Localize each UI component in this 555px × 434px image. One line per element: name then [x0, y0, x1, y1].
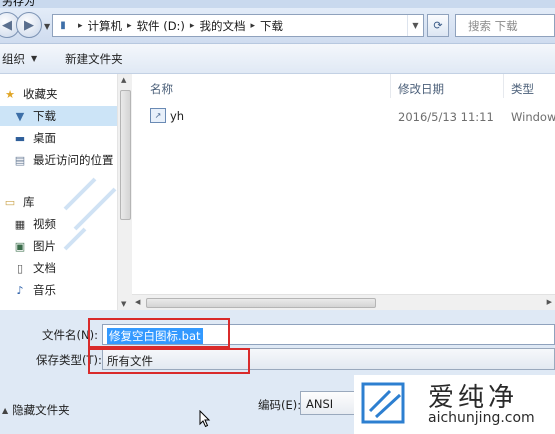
mouse-cursor-icon [199, 410, 211, 428]
breadcrumb-downloads[interactable]: 下载 [260, 18, 283, 34]
file-type: Window [511, 110, 555, 124]
document-icon: ▯ [16, 261, 24, 275]
download-folder-icon: ▼ [15, 109, 25, 123]
sidebar-favorites-label: 收藏夹 [23, 87, 58, 101]
breadcrumb-separator-icon[interactable]: ▸ [245, 21, 260, 31]
file-modified-date: 2016/5/13 11:11 [398, 110, 494, 124]
star-icon: ★ [5, 87, 15, 101]
column-header-row: 名称 修改日期 类型 [132, 74, 555, 98]
column-header-date[interactable]: 修改日期 [398, 81, 444, 97]
breadcrumb-separator-icon[interactable]: ▸ [122, 21, 137, 31]
organize-label: 组织 [2, 51, 25, 66]
file-shortcut-icon: ↗ [150, 108, 166, 123]
file-list: 名称 修改日期 类型 ↗ yh 2016/5/13 11:11 Window ◀… [132, 74, 555, 310]
encoding-select[interactable]: ANSI [300, 391, 360, 415]
sidebar-item-label: 图片 [33, 239, 56, 253]
scrollbar-thumb[interactable] [146, 298, 376, 308]
hide-folders-label: 隐藏文件夹 [12, 403, 70, 417]
forward-button[interactable]: ▶ [16, 12, 42, 38]
search-input[interactable]: 搜索 下载 [455, 14, 555, 37]
toolbar: 组织 ▼ 新建文件夹 [0, 44, 555, 74]
organize-button[interactable]: 组织 ▼ [2, 51, 37, 67]
sidebar-item-label: 文档 [33, 261, 56, 275]
watermark-logo-icon [361, 382, 405, 424]
sidebar-item-video[interactable]: ▦ 视频 [12, 214, 56, 234]
chevron-down-icon: ▼ [31, 54, 38, 63]
music-icon: ♪ [16, 283, 24, 297]
sidebar-libraries-label: 库 [23, 195, 35, 209]
sidebar-item-label: 视频 [33, 217, 56, 231]
sidebar-item-pictures[interactable]: ▣ 图片 [12, 236, 56, 256]
table-row[interactable]: ↗ yh 2016/5/13 11:11 Window [132, 106, 555, 126]
picture-icon: ▣ [14, 239, 26, 253]
scroll-left-icon[interactable]: ◀ [135, 298, 140, 306]
breadcrumb-separator-icon[interactable]: ▸ [185, 21, 200, 31]
sidebar-item-label: 最近访问的位置 [33, 153, 114, 167]
folder-icon: ▮ [60, 20, 66, 31]
sidebar-item-label: 音乐 [33, 283, 56, 297]
refresh-icon: ⟳ [433, 19, 443, 32]
file-name-cell[interactable]: ↗ yh [150, 108, 184, 123]
sidebar-item-desktop[interactable]: ▬ 桌面 [12, 128, 56, 148]
breadcrumb-drive[interactable]: 软件 (D:) [137, 18, 185, 34]
scroll-down-icon[interactable]: ▼ [121, 300, 126, 308]
sidebar-item-documents[interactable]: ▯ 文档 [12, 258, 56, 278]
scroll-up-icon[interactable]: ▲ [121, 76, 126, 84]
address-row: ◀ ▶ ▼ ▮ ▸ 计算机 ▸ 软件 (D:) ▸ 我的文档 ▸ 下载 ▼ ⟳ … [0, 8, 555, 44]
refresh-button[interactable]: ⟳ [427, 14, 449, 37]
sidebar-item-label: 桌面 [33, 131, 56, 145]
sidebar-libraries[interactable]: ▭ 库 [2, 192, 35, 212]
highlight-box-filename [88, 318, 230, 348]
highlight-box-savetype [88, 348, 250, 374]
breadcrumb-computer[interactable]: 计算机 [88, 18, 123, 34]
watermark-name-cn: 爱纯净 [428, 383, 519, 413]
sidebar-item-recent-places[interactable]: ▤ 最近访问的位置 [12, 150, 114, 170]
main-area: ★ 收藏夹 ▼ 下载 ▬ 桌面 ▤ 最近访问的位置 ▭ 库 ▦ 视频 ▣ 图片 … [0, 74, 555, 310]
sidebar-item-label: 下载 [33, 109, 56, 123]
column-divider[interactable] [390, 74, 391, 98]
arrow-right-icon: ▶ [24, 17, 34, 33]
column-header-type[interactable]: 类型 [511, 81, 534, 97]
address-bar[interactable]: ▮ ▸ 计算机 ▸ 软件 (D:) ▸ 我的文档 ▸ 下载 ▼ [52, 14, 424, 37]
search-placeholder: 搜索 下载 [468, 18, 518, 33]
watermark-logo-icon [63, 177, 117, 251]
recent-places-icon: ▤ [14, 153, 26, 167]
column-header-name[interactable]: 名称 [150, 81, 173, 97]
window-title: 另存为 [2, 0, 35, 8]
sidebar-favorites[interactable]: ★ 收藏夹 [2, 84, 58, 104]
chevron-up-icon: ▲ [2, 405, 9, 415]
sidebar-item-music[interactable]: ♪ 音乐 [12, 280, 56, 300]
encoding-label: 编码(E): [258, 398, 302, 412]
file-list-horizontal-scrollbar[interactable]: ◀ ▶ [132, 294, 555, 310]
video-icon: ▦ [14, 217, 26, 231]
address-dropdown-icon[interactable]: ▼ [407, 15, 423, 36]
library-icon: ▭ [4, 195, 16, 209]
breadcrumb: ▸ 计算机 ▸ 软件 (D:) ▸ 我的文档 ▸ 下载 [73, 15, 283, 36]
arrow-left-icon: ◀ [2, 17, 12, 33]
sidebar-item-downloads[interactable]: ▼ 下载 [0, 106, 117, 126]
new-folder-button[interactable]: 新建文件夹 [65, 51, 123, 67]
recent-locations-dropdown[interactable]: ▼ [44, 22, 50, 31]
column-divider[interactable] [503, 74, 504, 98]
watermark: 爱纯净 aichunjing.com [354, 375, 555, 434]
title-bar: 另存为 [0, 0, 555, 8]
encoding-value: ANSI [306, 397, 334, 411]
hide-folders-button[interactable]: ▲ 隐藏文件夹 [2, 402, 70, 418]
breadcrumb-my-documents[interactable]: 我的文档 [199, 18, 245, 34]
scroll-right-icon[interactable]: ▶ [547, 298, 552, 306]
breadcrumb-separator-icon[interactable]: ▸ [73, 21, 88, 31]
watermark-name-en: aichunjing.com [428, 410, 535, 426]
desktop-icon: ▬ [14, 131, 26, 145]
file-name: yh [170, 108, 185, 123]
